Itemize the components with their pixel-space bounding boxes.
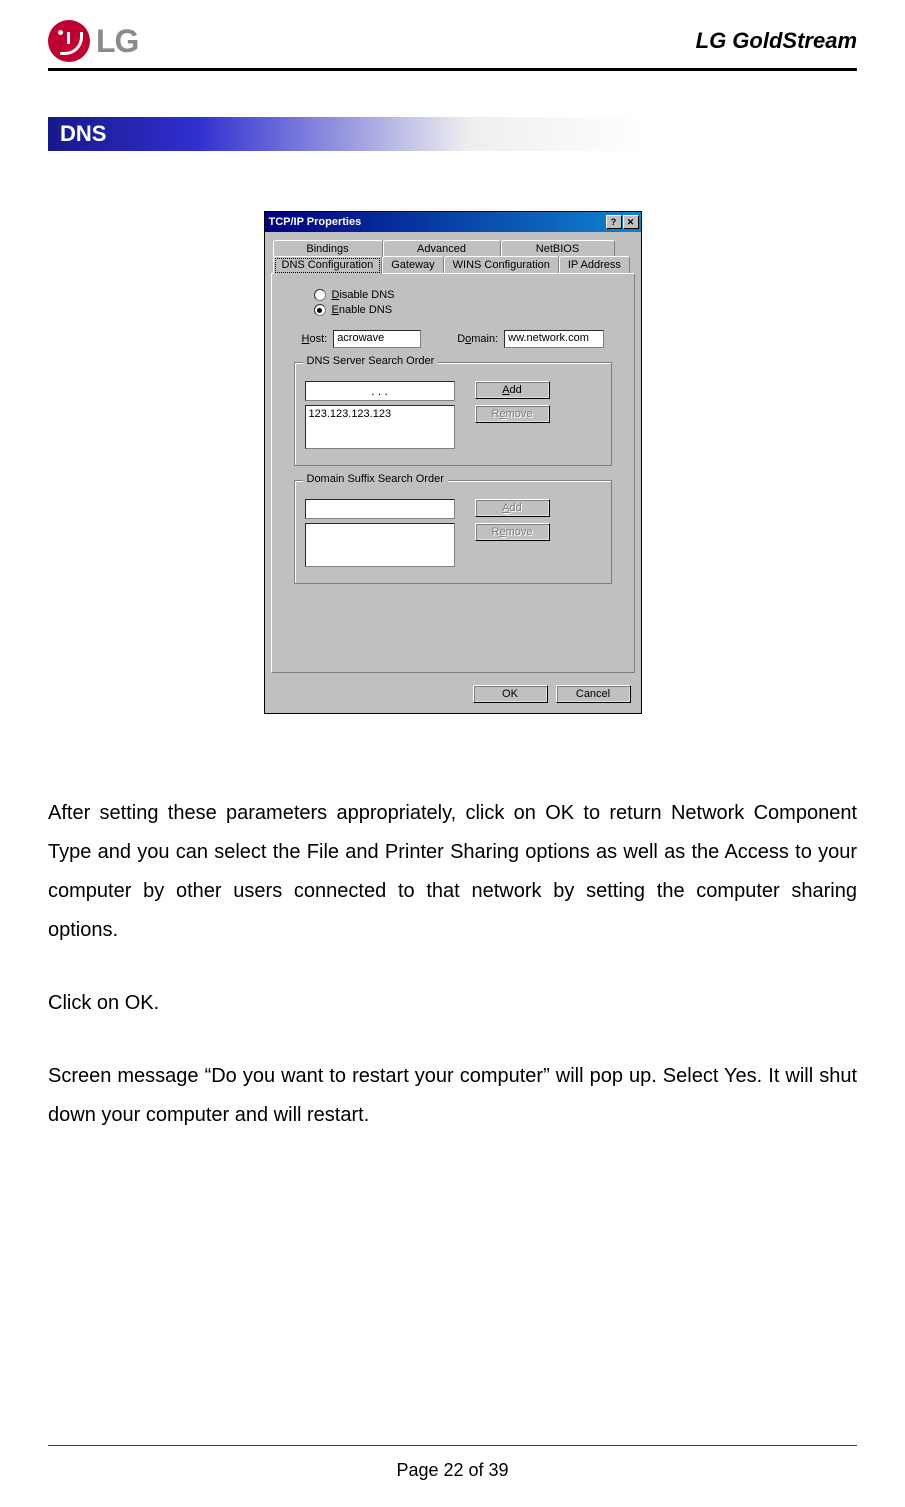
radio-icon [314,304,326,316]
dns-ip-input[interactable]: . . . [305,381,455,401]
dns-listbox[interactable]: 123.123.123.123 [305,405,455,449]
suffix-input[interactable] [305,499,455,519]
suffix-remove-button[interactable]: Remove [475,523,550,541]
domain-suffix-group: Domain Suffix Search Order Add Remove [294,480,612,584]
tab-advanced[interactable]: Advanced [383,240,501,257]
tab-bindings[interactable]: Bindings [273,240,383,257]
cancel-button[interactable]: Cancel [556,685,631,703]
tcpip-dialog: TCP/IP Properties ? ✕ Bindings Advanced … [264,211,642,714]
dns-list-item[interactable]: 123.123.123.123 [309,408,451,420]
disable-dns-label: Disable DNS [332,289,395,301]
enable-dns-label: Enable DNS [332,304,393,316]
product-name: LG GoldStream [696,28,857,54]
host-label: Host: [302,333,328,345]
domain-input[interactable]: ww.network.com [504,330,604,348]
paragraph-3: Screen message “Do you want to restart y… [48,1057,857,1135]
lg-logo-icon [48,20,90,62]
dialog-title: TCP/IP Properties [269,216,362,228]
tab-wins-configuration[interactable]: WINS Configuration [444,256,559,273]
section-title: DNS [48,117,648,151]
domain-label: Domain: [457,333,498,345]
lg-logo: LG [48,20,138,62]
dns-remove-button[interactable]: Remove [475,405,550,423]
tab-ip-address[interactable]: IP Address [559,256,630,273]
dns-search-order-group: DNS Server Search Order . . . Add 123.12… [294,362,612,466]
suffix-group-title: Domain Suffix Search Order [303,473,448,485]
radio-icon [314,289,326,301]
dialog-titlebar[interactable]: TCP/IP Properties ? ✕ [265,212,641,232]
host-input[interactable]: acrowave [333,330,421,348]
help-button[interactable]: ? [606,215,622,229]
paragraph-2: Click on OK. [48,984,857,1023]
enable-dns-radio[interactable]: Enable DNS [314,304,620,316]
lg-logo-text: LG [96,23,138,60]
tab-netbios[interactable]: NetBIOS [501,240,615,257]
page-footer: Page 22 of 39 [48,1445,857,1481]
dns-add-button[interactable]: Add [475,381,550,399]
paragraph-1: After setting these parameters appropria… [48,794,857,950]
body-text: After setting these parameters appropria… [48,794,857,1135]
suffix-listbox[interactable] [305,523,455,567]
tab-dns-configuration[interactable]: DNS Configuration [273,256,383,275]
suffix-add-button[interactable]: Add [475,499,550,517]
close-button[interactable]: ✕ [623,215,639,229]
disable-dns-radio[interactable]: Disable DNS [314,289,620,301]
page-header: LG LG GoldStream [48,20,857,71]
tab-gateway[interactable]: Gateway [382,256,443,273]
ok-button[interactable]: OK [473,685,548,703]
dns-group-title: DNS Server Search Order [303,355,439,367]
